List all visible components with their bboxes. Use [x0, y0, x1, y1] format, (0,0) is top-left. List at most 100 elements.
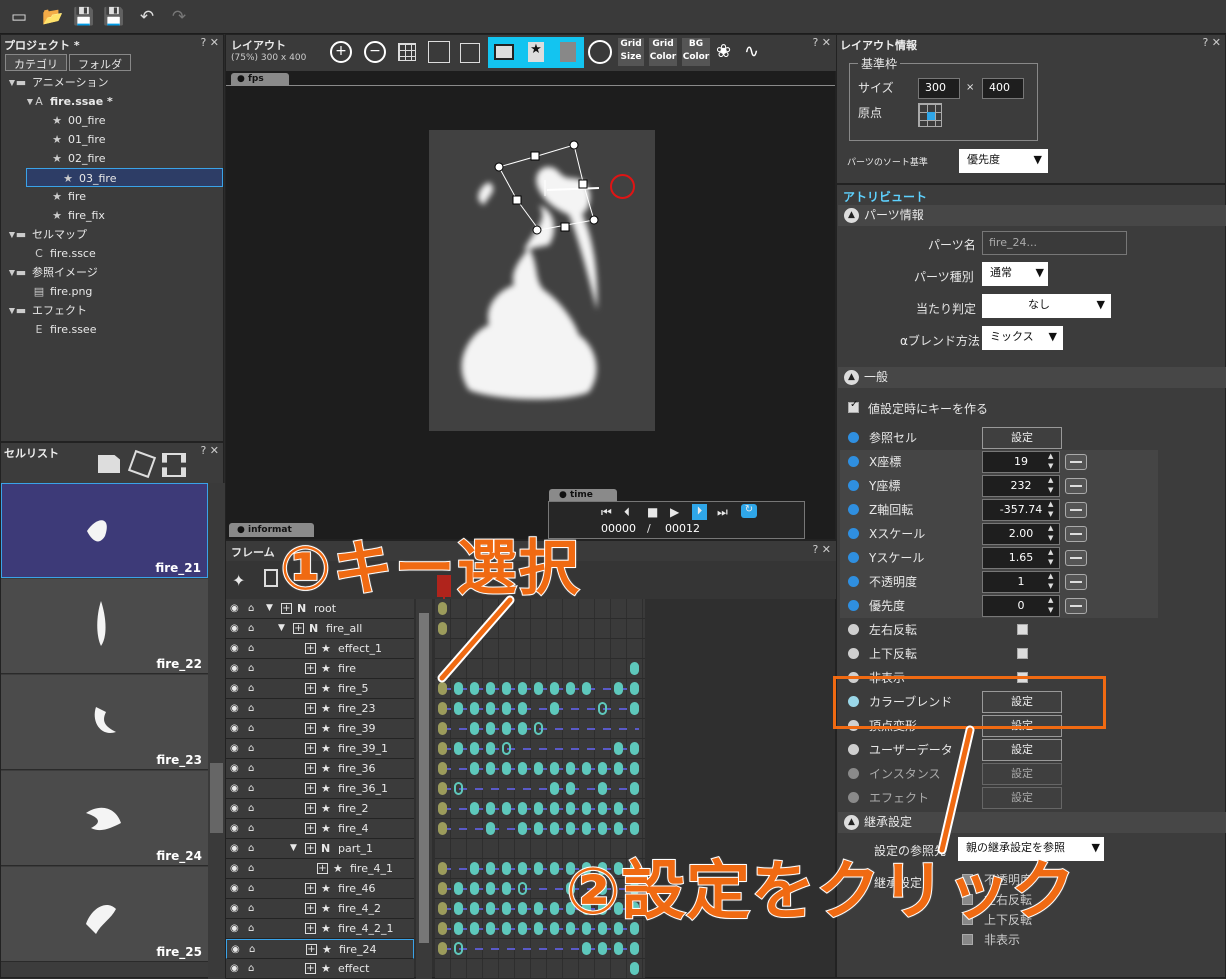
- play-icon[interactable]: ▶: [670, 505, 679, 519]
- lock-icon[interactable]: ⌂: [248, 779, 254, 798]
- undo-icon[interactable]: ↶: [136, 7, 158, 27]
- keyframe[interactable]: [454, 702, 463, 715]
- eye-icon[interactable]: ◉: [230, 839, 239, 858]
- lock-icon[interactable]: ⌂: [248, 659, 254, 678]
- timeline-layer-row[interactable]: ◉ ⌂ + ★ effect: [226, 959, 414, 979]
- keyframe[interactable]: [438, 742, 447, 755]
- tree-item[interactable]: ▲▬ セルマップ: [5, 225, 215, 244]
- keyframe-dot-icon[interactable]: [848, 792, 859, 803]
- keyframe[interactable]: [630, 822, 639, 835]
- keyframe[interactable]: [614, 822, 623, 835]
- eye-icon[interactable]: ◉: [230, 799, 239, 818]
- keyframe[interactable]: [502, 922, 511, 935]
- eye-icon[interactable]: ◉: [230, 819, 239, 838]
- keyframe[interactable]: [550, 702, 559, 715]
- lock-icon[interactable]: ⌂: [248, 679, 254, 698]
- keyframe[interactable]: [614, 802, 623, 815]
- tab-folder[interactable]: フォルダ: [69, 54, 131, 71]
- loop-icon[interactable]: ↻: [741, 504, 757, 518]
- timeline-layer-row[interactable]: ◉ ⌂ + ★ fire_39_1: [226, 739, 414, 759]
- keyframe-dot-icon[interactable]: [848, 624, 859, 635]
- keyframe[interactable]: [470, 862, 479, 875]
- spinner-arrows-icon[interactable]: ▲ ▼: [1048, 499, 1053, 519]
- timeline-layer-row[interactable]: ◉ ⌂ ▼ + Npart_1: [226, 839, 414, 859]
- panel-controls-icon[interactable]: ? ✕: [812, 543, 831, 556]
- expand-arrow-icon[interactable]: ▲: [5, 264, 15, 283]
- crosshair-icon[interactable]: [588, 40, 612, 64]
- keyframe[interactable]: [550, 922, 559, 935]
- eye-icon[interactable]: ◉: [230, 959, 239, 978]
- lock-icon[interactable]: ⌂: [248, 899, 254, 918]
- keyframe[interactable]: [550, 902, 559, 915]
- keyframe[interactable]: [454, 942, 463, 955]
- part-name-field[interactable]: fire_24...: [982, 231, 1127, 255]
- keyframe-dot-icon[interactable]: [848, 480, 859, 491]
- expand-box-icon[interactable]: +: [305, 683, 316, 694]
- keyframe[interactable]: [598, 942, 607, 955]
- keyframe[interactable]: [438, 882, 447, 895]
- keyframe-dot-icon[interactable]: [848, 648, 859, 659]
- timeline-layer-row[interactable]: ◉ ⌂ + ★ fire_36: [226, 759, 414, 779]
- keyframe[interactable]: [486, 702, 495, 715]
- keyframe[interactable]: [502, 722, 511, 735]
- tree-item[interactable]: ▲ Afire.ssae *: [5, 92, 215, 111]
- spinner-arrows-icon[interactable]: ▲ ▼: [1048, 451, 1053, 471]
- keyframe[interactable]: [582, 822, 591, 835]
- keyframe[interactable]: [454, 922, 463, 935]
- expand-box-icon[interactable]: +: [305, 923, 316, 934]
- bone-icon[interactable]: ❀: [716, 41, 731, 62]
- eye-icon[interactable]: ◉: [230, 759, 239, 778]
- keyframe[interactable]: [470, 702, 479, 715]
- new-file-icon[interactable]: ▭: [8, 7, 30, 27]
- keyframe[interactable]: [486, 922, 495, 935]
- rotation-handle[interactable]: [610, 174, 635, 199]
- expand-box-icon[interactable]: +: [305, 903, 316, 914]
- timeline-layer-row[interactable]: ◉ ⌂ + ★ fire_46: [226, 879, 414, 899]
- film-strip-icon[interactable]: [162, 453, 186, 477]
- keyframe[interactable]: [486, 762, 495, 775]
- keyframe[interactable]: [486, 802, 495, 815]
- keyframe[interactable]: [438, 862, 447, 875]
- keyframe[interactable]: [534, 862, 543, 875]
- timeline-frame-row[interactable]: [435, 719, 645, 739]
- keyframe-dot-icon[interactable]: [848, 432, 859, 443]
- add-part-icon[interactable]: ✦: [232, 571, 245, 590]
- keyframe[interactable]: [630, 742, 639, 755]
- keyframe[interactable]: [518, 902, 527, 915]
- expand-box-icon[interactable]: +: [305, 783, 316, 794]
- keyframe[interactable]: [550, 682, 559, 695]
- timeline-frame-row[interactable]: [435, 939, 645, 959]
- eye-icon[interactable]: ◉: [230, 639, 239, 658]
- layout-canvas[interactable]: [429, 130, 655, 431]
- keyframe[interactable]: [486, 882, 495, 895]
- keyframe[interactable]: [502, 702, 511, 715]
- eye-icon[interactable]: ◉: [230, 659, 239, 678]
- lock-icon[interactable]: ⌂: [249, 940, 255, 959]
- lock-icon[interactable]: ⌂: [248, 639, 254, 658]
- lock-icon[interactable]: ⌂: [248, 599, 254, 618]
- keyframe[interactable]: [614, 762, 623, 775]
- setting-button[interactable]: 設定: [982, 739, 1062, 761]
- height-field[interactable]: 400: [982, 78, 1024, 99]
- keyframe[interactable]: [598, 802, 607, 815]
- reset-button[interactable]: [1065, 526, 1087, 542]
- expand-box-icon[interactable]: +: [305, 643, 316, 654]
- lock-icon[interactable]: ⌂: [248, 859, 254, 878]
- keyframe[interactable]: [502, 902, 511, 915]
- step-back-icon[interactable]: ⏴: [624, 505, 630, 520]
- lock-icon[interactable]: ⌂: [248, 839, 254, 858]
- keyframe[interactable]: [598, 822, 607, 835]
- tree-item[interactable]: ▲▬ アニメーション: [5, 73, 215, 92]
- spinner-arrows-icon[interactable]: ▲ ▼: [1048, 595, 1053, 615]
- keyframe[interactable]: [486, 822, 495, 835]
- keyframe[interactable]: [566, 782, 575, 795]
- timeline-layer-row[interactable]: ◉ ⌂ ▼ + Nfire_all: [226, 619, 414, 639]
- panel-controls-icon[interactable]: ? ✕: [812, 36, 831, 49]
- cell-thumbnail[interactable]: fire_22: [1, 579, 208, 674]
- keyframe[interactable]: [630, 762, 639, 775]
- reset-button[interactable]: [1065, 454, 1087, 470]
- tree-item[interactable]: ▲▬ 参照イメージ: [5, 263, 215, 282]
- lock-icon[interactable]: ⌂: [248, 879, 254, 898]
- keyframe[interactable]: [550, 802, 559, 815]
- timeline-frame-row[interactable]: [435, 819, 645, 839]
